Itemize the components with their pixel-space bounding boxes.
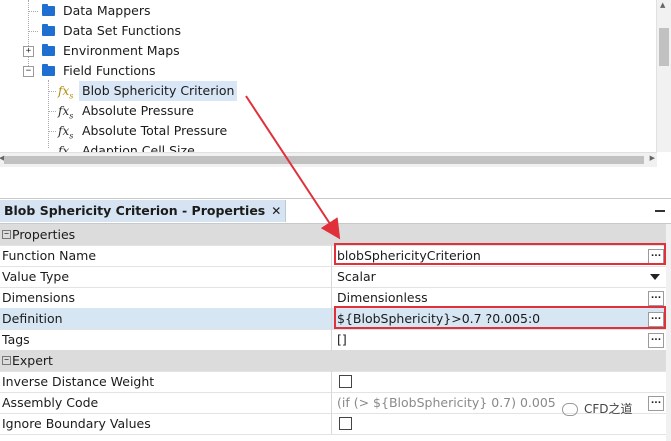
column-divider <box>331 392 332 413</box>
property-label: Ignore Boundary Values <box>2 416 151 431</box>
inverse-distance-weight-checkbox[interactable] <box>339 375 352 388</box>
folder-icon <box>42 4 55 16</box>
tree-item-label: Absolute Pressure <box>82 103 194 118</box>
tree-item-adaption-cell-size[interactable]: fxs Adaption Cell Size <box>0 141 640 152</box>
ignore-boundary-values-checkbox[interactable] <box>339 417 352 430</box>
assembly-code-field: (if (> ${BlobSphericity} 0.7) 0.005 0) <box>337 395 557 410</box>
property-label: Function Name <box>2 248 97 263</box>
close-icon[interactable]: ✕ <box>271 204 281 218</box>
folder-icon <box>42 24 55 36</box>
column-divider <box>331 329 332 350</box>
scroll-right-icon[interactable]: ▶ <box>650 154 655 162</box>
section-label: Properties <box>12 227 76 242</box>
property-grid-scrollbar[interactable] <box>666 224 671 441</box>
column-divider <box>331 266 332 287</box>
folder-icon <box>42 64 55 76</box>
column-divider <box>331 413 332 434</box>
property-label: Value Type <box>2 269 70 284</box>
property-row-inverse-distance-weight: Inverse Distance Weight <box>0 371 666 393</box>
tree-item-label: Absolute Total Pressure <box>82 123 228 138</box>
collapse-icon[interactable]: − <box>2 230 11 239</box>
simulation-tree: Data Mappers Data Set Functions + Enviro… <box>0 0 671 199</box>
chevron-down-icon[interactable] <box>650 274 660 280</box>
watermark: CFD之道 <box>562 400 633 417</box>
scrollbar-thumb[interactable] <box>659 28 669 66</box>
tree-item-environment-maps[interactable]: + Environment Maps <box>0 41 640 61</box>
section-label: Expert <box>12 353 53 368</box>
property-label: Dimensions <box>2 290 75 305</box>
scrollbar-thumb[interactable] <box>4 156 644 164</box>
tab-properties[interactable]: Blob Sphericity Criterion - Properties ✕ <box>0 200 287 222</box>
tree-item-absolute-pressure[interactable]: fxs Absolute Pressure <box>0 101 640 121</box>
tree-item-data-set-functions[interactable]: Data Set Functions <box>0 21 640 41</box>
tree-item-label: Environment Maps <box>63 43 180 58</box>
tree-item-data-mappers[interactable]: Data Mappers <box>0 1 640 21</box>
properties-header: Blob Sphericity Criterion - Properties ✕ <box>0 200 671 224</box>
column-divider <box>331 245 332 266</box>
collapse-icon[interactable]: − <box>2 356 11 365</box>
value-type-select[interactable]: Scalar <box>337 266 651 287</box>
chat-bubble-icon <box>562 403 578 416</box>
property-label: Definition <box>2 311 63 326</box>
column-divider <box>331 308 332 329</box>
scroll-up-icon[interactable]: ▲ <box>660 1 665 9</box>
annotation-box-definition <box>334 306 666 329</box>
tree-item-absolute-total-pressure[interactable]: fxs Absolute Total Pressure <box>0 121 640 141</box>
tree-item-label: Blob Sphericity Criterion <box>79 81 238 101</box>
column-divider <box>331 371 332 392</box>
dimensions-field[interactable]: Dimensionless <box>337 287 651 308</box>
annotation-box-function-name <box>334 243 666 265</box>
function-icon: fxs <box>58 144 73 152</box>
property-label: Tags <box>2 332 30 347</box>
edit-ellipsis-button[interactable]: ... <box>648 333 664 348</box>
tree-item-label: Data Mappers <box>63 3 151 18</box>
tree-item-label: Adaption Cell Size <box>82 143 195 152</box>
tree-item-blob-sphericity-criterion[interactable]: fxs Blob Sphericity Criterion <box>0 81 640 101</box>
watermark-text: CFD之道 <box>584 402 633 416</box>
minimize-icon[interactable] <box>655 210 665 212</box>
column-divider <box>331 287 332 308</box>
section-expert[interactable]: − Expert <box>0 350 666 372</box>
property-label: Assembly Code <box>2 395 99 410</box>
expand-icon[interactable]: + <box>23 46 34 57</box>
tab-title: Blob Sphericity Criterion - Properties <box>4 203 266 218</box>
edit-ellipsis-button[interactable]: ... <box>648 396 664 411</box>
tree-item-field-functions[interactable]: − Field Functions <box>0 61 640 81</box>
vertical-scrollbar[interactable]: ▲ <box>656 0 671 152</box>
tags-field[interactable]: [] <box>337 329 651 350</box>
tree-item-label: Data Set Functions <box>63 23 181 38</box>
property-label: Inverse Distance Weight <box>2 374 155 389</box>
horizontal-scrollbar[interactable]: ◀ ▶ <box>0 152 657 167</box>
edit-ellipsis-button[interactable]: ... <box>648 291 664 306</box>
folder-icon <box>42 44 55 56</box>
tree-item-label: Field Functions <box>63 63 156 78</box>
property-row-tags: Tags [] ... <box>0 329 666 351</box>
property-row-value-type: Value Type Scalar <box>0 266 666 288</box>
collapse-icon[interactable]: − <box>23 66 34 77</box>
